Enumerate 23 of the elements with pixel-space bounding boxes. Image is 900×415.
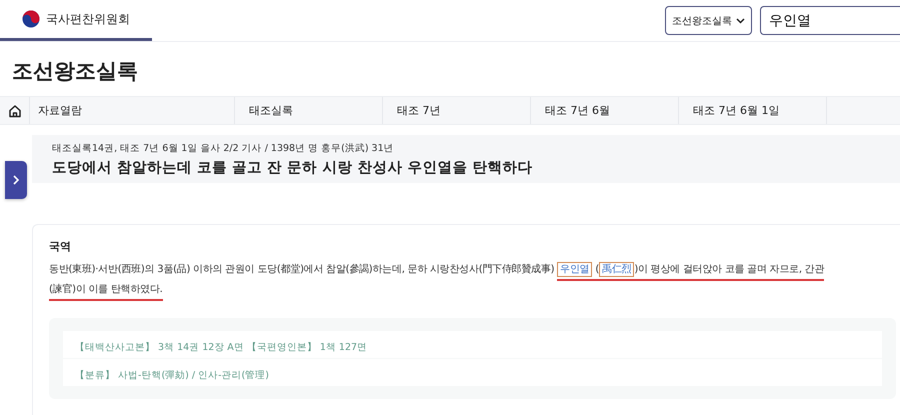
- search-field[interactable]: 우인열: [760, 6, 900, 35]
- breadcrumb-item[interactable]: 태조 7년 6월: [531, 97, 679, 124]
- breadcrumb-item[interactable]: 태조 7년: [383, 97, 531, 124]
- term-link[interactable]: 禹仁烈: [599, 262, 634, 277]
- article-title: 도당에서 참알하는데 코를 골고 잔 문하 시랑 찬성사 우인열을 탄핵하다: [52, 159, 534, 177]
- home-icon: [8, 104, 22, 118]
- breadcrumb-item[interactable]: 자료열람: [30, 97, 235, 124]
- breadcrumb-item[interactable]: 태조실록: [235, 97, 383, 124]
- chevron-down-icon: [736, 18, 745, 24]
- brand-tab[interactable]: 국사편찬위원회: [0, 0, 152, 41]
- source-text: 【분류】 사법-탄핵(彈劾) / 인사-관리(管理): [75, 370, 269, 381]
- emblem-icon: [22, 10, 40, 28]
- section-heading: 국역: [49, 239, 72, 254]
- scope-dropdown[interactable]: 조선왕조실록: [665, 6, 752, 35]
- side-panel-toggle[interactable]: [5, 161, 27, 199]
- term-link[interactable]: 우인열: [557, 262, 592, 277]
- paragraph-line: 동반(東班)·서반(西班)의 3품(品) 이하의 관원이 도당(都堂)에서 참알(參謁)하는데, 문하 시랑찬성사(門下侍郎贊成事) 우인열 ( 禹仁烈 )이 평상에 걸터앉아 코를 골며 자므로, 간관: [49, 260, 900, 280]
- paragraph-line: (諫官)이 이를 탄핵하였다.: [49, 280, 900, 300]
- breadcrumb-item[interactable]: 태조 7년 6월 1일: [679, 97, 827, 124]
- article-meta: 태조실록14권, 태조 7년 6월 1일 을사 2/2 기사 / 1398년 명 홍무(洪武) 31년: [52, 142, 395, 155]
- chevron-right-icon: [13, 175, 19, 185]
- source-text: 【태백산사고본】 3책 14권 12장 A면 【국편영인본】 1책 127면: [75, 342, 368, 353]
- page-title: 조선왕조실록: [11, 58, 139, 85]
